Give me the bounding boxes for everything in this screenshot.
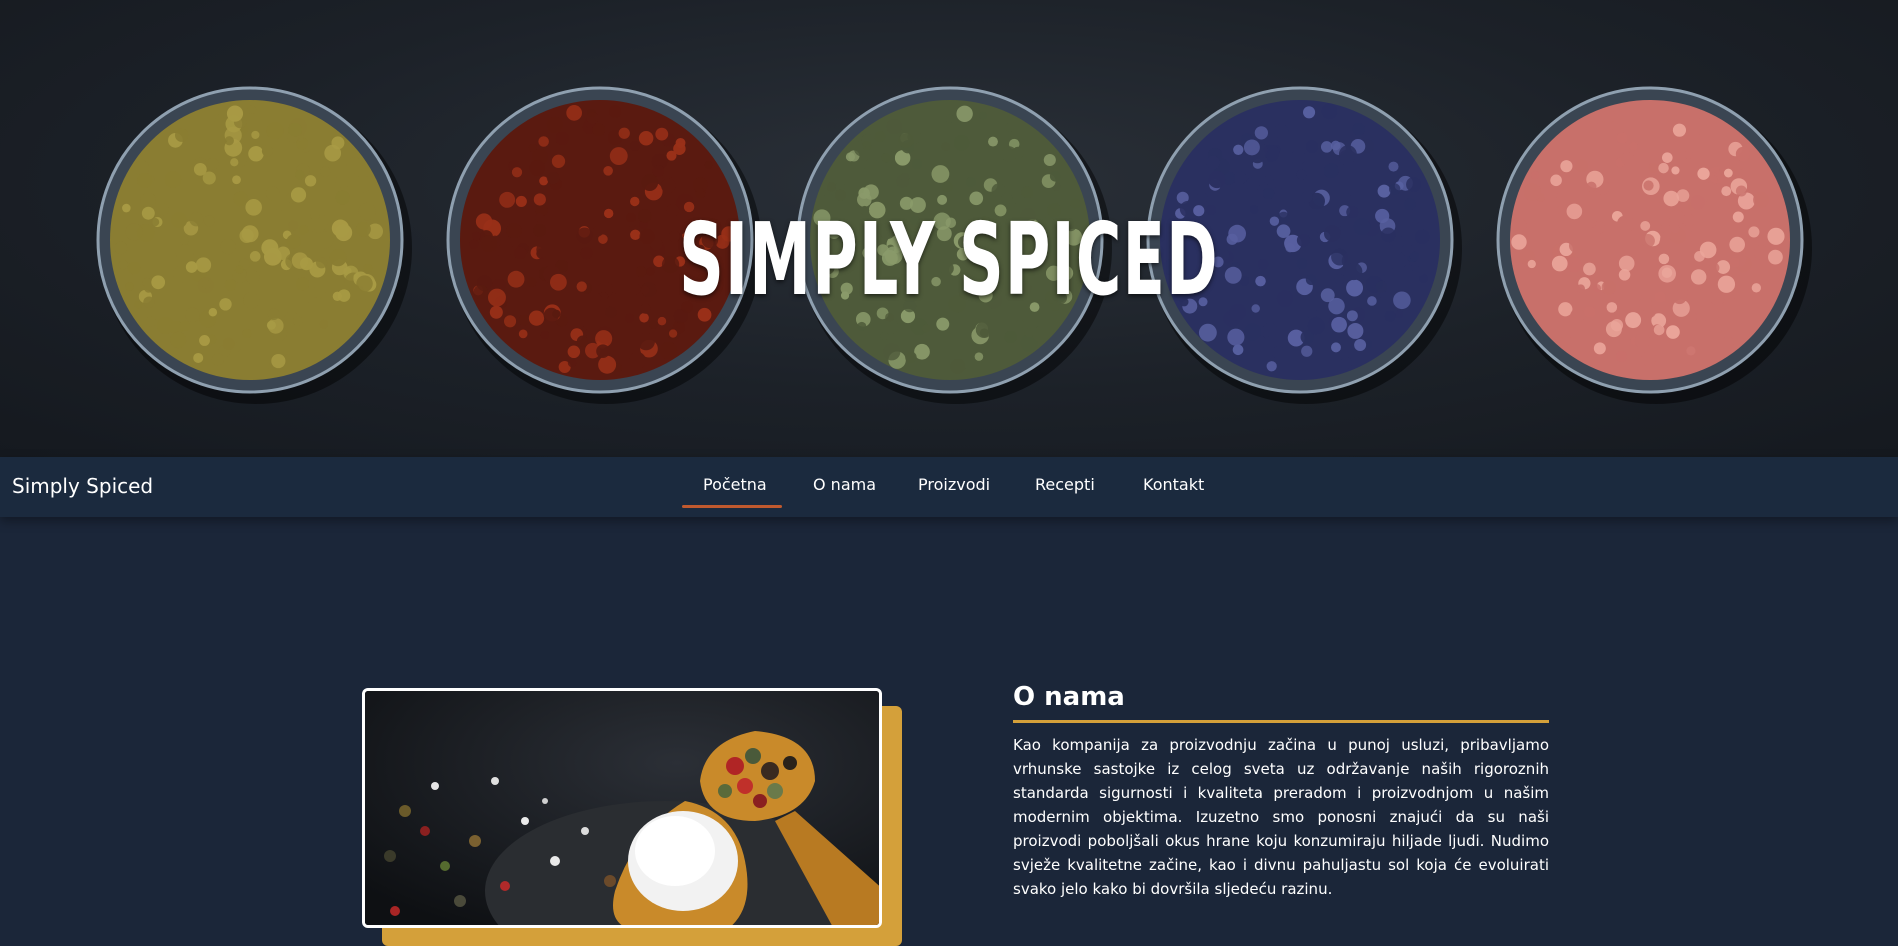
nav-item-o-nama[interactable]: O nama (813, 475, 876, 494)
about-heading: O nama (1013, 682, 1549, 723)
about-text-block: O nama Kao kompanija za proizvodnju zači… (1013, 682, 1549, 901)
hero-banner: SIMPLY SPICED (0, 0, 1898, 457)
about-paragraph: Kao kompanija za proizvodnju začina u pu… (1013, 736, 1549, 898)
spoons-spices-photo (362, 688, 882, 928)
spoons-illustration (365, 691, 879, 925)
pink-salt-bowl (1496, 86, 1812, 404)
hero-title: SIMPLY SPICED (679, 201, 1219, 318)
brand-logo-text[interactable]: Simply Spiced (12, 474, 153, 498)
nav-item-recepti[interactable]: Recepti (1035, 475, 1095, 494)
nav-active-indicator (682, 505, 782, 508)
nav-item-kontakt[interactable]: Kontakt (1143, 475, 1204, 494)
nav-item-pocetna[interactable]: Početna (703, 475, 767, 494)
main-navbar: Simply Spiced Početna O nama Proizvodi R… (0, 457, 1898, 517)
about-image-container (362, 688, 902, 946)
nav-item-proizvodi[interactable]: Proizvodi (918, 475, 990, 494)
